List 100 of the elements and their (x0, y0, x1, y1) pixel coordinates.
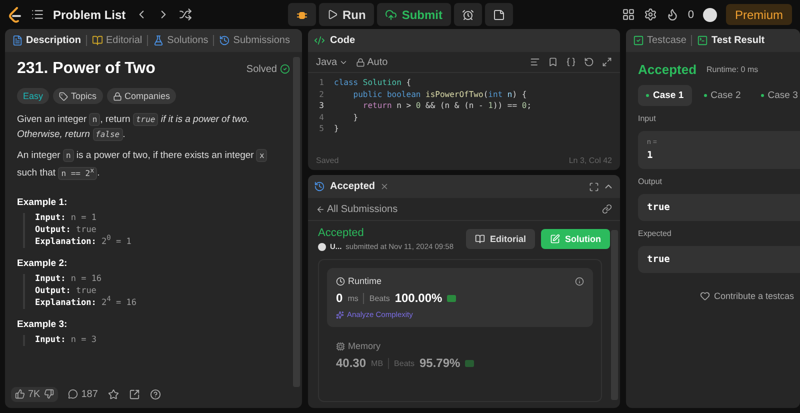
stat-title: Memory (348, 341, 381, 351)
stat-title: Runtime (348, 276, 382, 286)
check-circle-icon (280, 64, 290, 74)
alarm-clock-icon (462, 8, 474, 20)
braces-icon[interactable] (566, 57, 576, 67)
beats-label: Beats (369, 294, 390, 302)
close-icon[interactable] (380, 182, 390, 191)
code-icon (314, 35, 325, 46)
settings-icon[interactable] (644, 8, 657, 21)
heart-icon (700, 291, 710, 301)
logo-icon[interactable] (8, 6, 22, 22)
share-icon[interactable] (128, 388, 140, 400)
tag-chip[interactable]: Easy (17, 88, 50, 104)
link-icon[interactable] (602, 204, 612, 214)
thumbs-up-icon (15, 389, 25, 399)
example-title: Example 1: (17, 196, 68, 208)
badge-icon (447, 294, 456, 302)
reset-icon[interactable] (584, 57, 594, 67)
comment-icon (68, 389, 78, 399)
example-line: Input: n = 3 (35, 334, 98, 346)
panel-tab[interactable]: Submissions (218, 35, 291, 46)
arrow-left-icon (316, 204, 325, 214)
example-line: Output: true (35, 224, 98, 236)
code-line: return n > 0 && (n & (n - 1)) == 0; (362, 101, 532, 110)
clock-icon (336, 276, 345, 286)
document-icon (12, 35, 23, 46)
stat-unit: ms (348, 294, 358, 302)
case-tab[interactable]: Case 1 (638, 85, 692, 106)
help-icon[interactable] (150, 388, 161, 400)
example-line: Output: true (35, 286, 98, 297)
example-line: Input: n = 1 (35, 212, 98, 224)
debug-button[interactable] (288, 3, 316, 26)
solved-status: Solved (246, 64, 290, 74)
submission-verdict: Accepted (318, 227, 365, 239)
stat-unit: MB (371, 358, 384, 368)
chip-icon (336, 342, 345, 350)
notes-button[interactable] (484, 3, 512, 26)
streak-count: 0 (688, 8, 694, 20)
tag-chip[interactable]: Topics (53, 88, 103, 104)
panel-tab[interactable]: Testcase (632, 35, 688, 46)
badge-icon (465, 360, 474, 366)
bookmark-icon[interactable] (548, 57, 558, 67)
line-number: 3 (318, 101, 325, 110)
stat-value: 0 (336, 291, 343, 305)
example-title: Example 2: (17, 258, 68, 269)
example-line: Explanation: 2$^{0}$ = 1 (35, 236, 132, 248)
tag-chip[interactable]: Companies (106, 88, 176, 104)
problem-list-title[interactable]: Problem List (53, 8, 126, 22)
shuffle-icon[interactable] (178, 8, 192, 21)
star-icon[interactable] (108, 388, 119, 400)
runtime-text: Runtime: 0 ms (706, 65, 758, 74)
expand-icon[interactable] (602, 57, 612, 67)
terminal-icon (697, 35, 708, 46)
panel-tab[interactable]: Editorial (91, 35, 144, 46)
case-tab[interactable]: Case 3 (752, 85, 800, 106)
run-button[interactable]: Run (318, 3, 374, 26)
editorial-button[interactable]: Editorial (466, 229, 535, 249)
line-number: 1 (318, 78, 325, 88)
section-label: Expected (638, 229, 672, 238)
format-icon[interactable] (530, 57, 540, 67)
flask-icon (153, 35, 164, 46)
all-submissions-link[interactable]: All Submissions (316, 204, 398, 214)
line-number: 4 (318, 112, 325, 122)
contribute-testcase-link[interactable]: Contribute a testcas (700, 291, 794, 301)
history-icon (314, 181, 325, 192)
value-text: 1 (647, 150, 654, 161)
thumbs-down-icon[interactable] (44, 389, 54, 399)
panel-tab[interactable]: Description (11, 35, 82, 46)
code-line: } (334, 124, 339, 134)
submit-button[interactable]: Submit (376, 3, 450, 26)
code-editor[interactable]: 1 class Solution { 2 public boolean isPowerOfTwo(int n) { 3 return n > 0 && (n & (n - 1)) == 0; 4 } 5 } (308, 72, 620, 150)
value-text: true (647, 254, 671, 265)
accepted-tab[interactable]: Accepted (329, 181, 376, 192)
code-line: } (352, 112, 358, 122)
history-icon (219, 35, 230, 46)
cloud-upload-icon (384, 8, 397, 20)
timer-button[interactable] (454, 3, 482, 26)
stat-card[interactable]: Memory 40.30 MB Beats 95.79% (327, 333, 593, 378)
panel-tab[interactable]: Test Result (696, 35, 766, 46)
auto-mode[interactable]: Auto (356, 56, 388, 68)
cursor-position: Ln 3, Col 42 (568, 156, 612, 164)
avatar[interactable] (702, 8, 717, 22)
flame-icon[interactable] (666, 8, 679, 21)
beats-label: Beats (394, 358, 414, 368)
book-icon (92, 35, 104, 46)
user-avatar (318, 242, 326, 250)
scrollbar[interactable] (611, 230, 618, 400)
code-line: public boolean isPowerOfTwo(int n) { (352, 90, 527, 99)
comments-button[interactable]: 187 (68, 388, 98, 400)
result-verdict: Accepted (638, 62, 697, 77)
premium-button[interactable]: Premium (726, 4, 792, 25)
language-select[interactable]: Java (316, 56, 348, 68)
case-tab[interactable]: Case 2 (696, 85, 749, 106)
maximize-icon[interactable] (589, 182, 599, 192)
like-button[interactable]: 7K (15, 388, 40, 400)
grid-icon[interactable] (622, 8, 635, 21)
info-icon[interactable] (575, 276, 584, 286)
code-tab[interactable]: Code (329, 35, 356, 46)
panel-tab[interactable]: Solutions (152, 35, 210, 46)
lock-icon (356, 58, 366, 66)
